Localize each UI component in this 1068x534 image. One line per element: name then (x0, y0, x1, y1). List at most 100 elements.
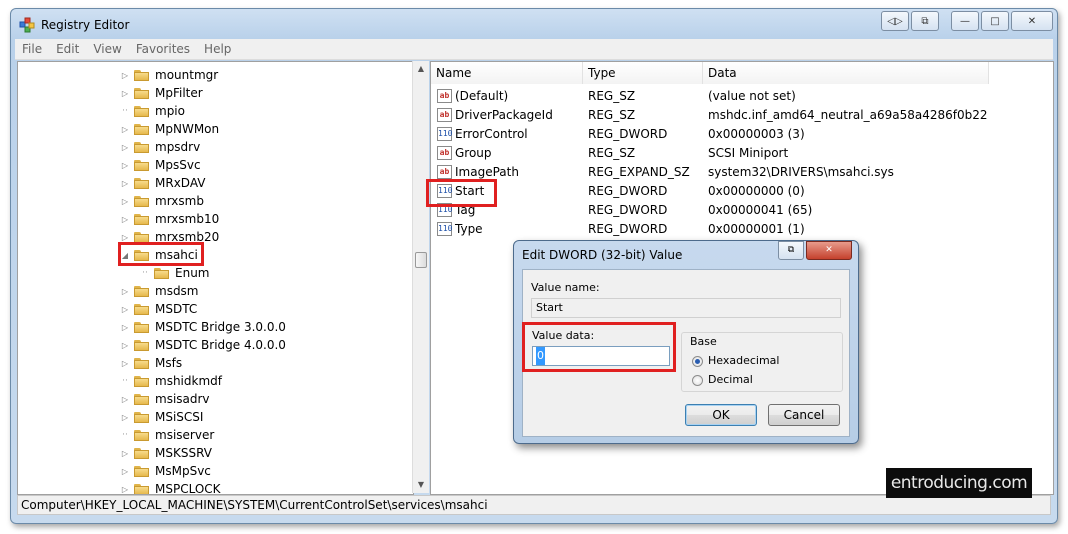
value-data-cell: 0x00000003 (3) (708, 127, 805, 141)
value-data-cell: 0x00000041 (65) (708, 203, 813, 217)
expand-arrow-icon[interactable]: ▷ (120, 89, 130, 98)
folder-icon (134, 213, 149, 225)
maximize-button[interactable]: □ (981, 11, 1009, 31)
tree-item-label: MpFilter (155, 86, 203, 100)
expand-arrow-icon[interactable]: ▷ (120, 485, 130, 494)
tree-item[interactable]: ▷ Msfs (120, 354, 182, 372)
tree-item[interactable]: ▷ MSDTC Bridge 4.0.0.0 (120, 336, 286, 354)
expand-arrow-icon[interactable]: ▷ (120, 143, 130, 152)
tree-item[interactable]: ▷ msisadrv (120, 390, 210, 408)
cancel-button[interactable]: Cancel (768, 404, 840, 426)
tree-item[interactable]: ▷ MpFilter (120, 84, 203, 102)
scroll-down-icon[interactable]: ▼ (413, 477, 429, 493)
tree-item[interactable]: ·· mshidkmdf (120, 372, 222, 390)
dialog-close-button[interactable]: ✕ (806, 241, 852, 260)
expand-arrow-icon[interactable]: ▷ (120, 305, 130, 314)
compat-switch-icon[interactable]: ◁▷ (881, 11, 909, 31)
expand-arrow-icon[interactable]: ▷ (120, 197, 130, 206)
tree-item[interactable]: ▷ MpsSvc (120, 156, 201, 174)
tree-item[interactable]: ·· Enum (140, 264, 209, 282)
expand-arrow-icon[interactable]: ▷ (120, 71, 130, 80)
expand-arrow-icon[interactable]: ▷ (120, 449, 130, 458)
tree-item[interactable]: ▷ MpNWMon (120, 120, 219, 138)
menu-edit[interactable]: Edit (49, 42, 86, 56)
decimal-radio[interactable] (692, 375, 703, 386)
tree-item[interactable]: ·· mpio (120, 102, 185, 120)
tree-item[interactable]: ▷ msdsm (120, 282, 199, 300)
hexadecimal-radio[interactable] (692, 356, 703, 367)
folder-icon (134, 429, 149, 441)
tree-item[interactable]: ▷ MSDTC Bridge 3.0.0.0 (120, 318, 286, 336)
folder-icon (134, 195, 149, 207)
tree-item[interactable]: ▷ mountmgr (120, 66, 218, 84)
value-name-cell: Type (455, 222, 483, 236)
expand-arrow-icon[interactable]: ▷ (120, 179, 130, 188)
tree-item-label: MsMpSvc (155, 464, 211, 478)
tree-item[interactable]: ▷ mpsdrv (120, 138, 200, 156)
tree-item-label: MSPCLOCK (155, 482, 221, 495)
value-row[interactable]: 110 Type REG_DWORD 0x00000001 (1) (431, 220, 1053, 239)
scroll-up-icon[interactable]: ▲ (413, 61, 429, 77)
tree-item-label: msdsm (155, 284, 199, 298)
dialog-title: Edit DWORD (32-bit) Value (522, 248, 683, 262)
expand-arrow-icon[interactable]: ▷ (120, 413, 130, 422)
minimize-button[interactable]: — (951, 11, 979, 31)
tree-item[interactable]: ▷ MRxDAV (120, 174, 206, 192)
column-header-type[interactable]: Type (583, 62, 703, 84)
value-row[interactable]: 110 Start REG_DWORD 0x00000000 (0) (431, 182, 1053, 201)
expand-arrow-icon[interactable]: ▷ (120, 215, 130, 224)
expand-arrow-icon[interactable]: ▷ (120, 341, 130, 350)
tree-item-label: Enum (175, 266, 210, 280)
value-type-cell: REG_DWORD (588, 127, 668, 141)
value-name-cell: ErrorControl (455, 127, 528, 141)
tree-item[interactable]: ▷ mrxsmb (120, 192, 204, 210)
menu-help[interactable]: Help (197, 42, 238, 56)
string-value-icon: ab (437, 146, 452, 160)
value-row[interactable]: 110 ErrorControl REG_DWORD 0x00000003 (3) (431, 125, 1053, 144)
value-row[interactable]: ab DriverPackageId REG_SZ mshdc.inf_amd64_n… (431, 106, 1053, 125)
expand-arrow-icon[interactable]: ▷ (120, 395, 130, 404)
expand-arrow-icon[interactable]: ▷ (120, 233, 130, 242)
value-row[interactable]: ab Group REG_SZ SCSI Miniport (431, 144, 1053, 163)
status-bar-path: Computer\HKEY_LOCAL_MACHINE\SYSTEM\Curre… (17, 495, 1051, 515)
tree-item-label: msiserver (155, 428, 215, 442)
value-data-cell: system32\DRIVERS\msahci.sys (708, 165, 894, 179)
tree-item[interactable]: ▷ MsMpSvc (120, 462, 211, 480)
menu-view[interactable]: View (86, 42, 128, 56)
snap-icon[interactable]: ⧉ (911, 11, 939, 31)
folder-icon (134, 411, 149, 423)
expand-arrow-icon[interactable]: ▷ (120, 287, 130, 296)
expand-arrow-icon[interactable]: ▷ (120, 323, 130, 332)
value-row[interactable]: ab ImagePath REG_EXPAND_SZ system32\DRIVERS… (431, 163, 1053, 182)
hexadecimal-label[interactable]: Hexadecimal (708, 354, 779, 367)
value-row[interactable]: 110 Tag REG_DWORD 0x00000041 (65) (431, 201, 1053, 220)
expand-arrow-icon[interactable]: ▷ (120, 467, 130, 476)
folder-icon (134, 357, 149, 369)
tree-item[interactable]: ▷ MSiSCSI (120, 408, 204, 426)
value-data-cell: mshdc.inf_amd64_neutral_a69a58a4286f0b22 (708, 108, 988, 122)
expand-arrow-icon[interactable]: ▷ (120, 125, 130, 134)
tree-item[interactable]: ▷ MSPCLOCK (120, 480, 221, 495)
value-row[interactable]: ab (Default) REG_SZ (value not set) (431, 87, 1053, 106)
tree-item[interactable]: ▷ mrxsmb10 (120, 210, 219, 228)
scroll-thumb[interactable] (415, 252, 427, 268)
menu-file[interactable]: File (15, 42, 49, 56)
tree-item[interactable]: ·· msiserver (120, 426, 214, 444)
expand-arrow-icon[interactable]: ▷ (120, 161, 130, 170)
value-type-cell: REG_DWORD (588, 203, 668, 217)
menu-favorites[interactable]: Favorites (129, 42, 197, 56)
decimal-label[interactable]: Decimal (708, 373, 753, 386)
expand-arrow-icon[interactable]: ▷ (120, 359, 130, 368)
tree-item-label: mrxsmb10 (155, 212, 220, 226)
tree-item[interactable]: ▷ MSKSSRV (120, 444, 212, 462)
close-button[interactable]: ✕ (1011, 11, 1053, 31)
column-header-name[interactable]: Name (431, 62, 583, 84)
tree-scrollbar[interactable]: ▲ ▼ (412, 61, 429, 493)
value-name-cell: ImagePath (455, 165, 519, 179)
title-bar[interactable]: Registry Editor ◁▷ ⧉ — □ ✕ (11, 9, 1057, 37)
ok-button[interactable]: OK (685, 404, 757, 426)
tree-item-label: mpio (155, 104, 185, 118)
column-header-data[interactable]: Data (703, 62, 989, 84)
tree-item[interactable]: ▷ MSDTC (120, 300, 197, 318)
dialog-restore-icon[interactable]: ⧉ (778, 241, 804, 260)
